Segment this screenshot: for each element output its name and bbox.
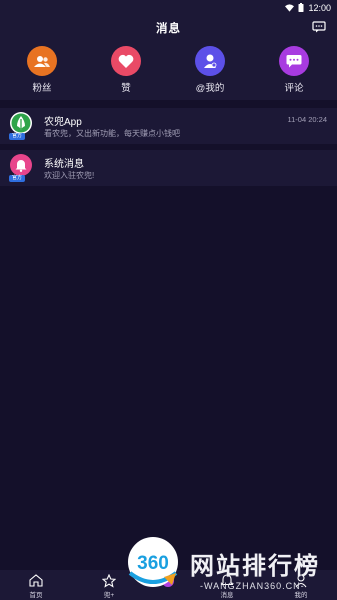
- page-title: 消息: [156, 22, 181, 35]
- tab-dou-plus[interactable]: 兜+: [89, 573, 129, 599]
- comment-icon: [279, 46, 309, 76]
- wifi-icon: [285, 3, 295, 12]
- category-label: 评论: [284, 83, 304, 94]
- official-badge: 官方: [9, 133, 25, 140]
- tab-home[interactable]: 首页: [16, 573, 56, 599]
- message-item[interactable]: 官方 系统消息 欢迎入驻农兜!: [0, 150, 337, 186]
- official-badge: 官方: [9, 175, 25, 182]
- category-likes[interactable]: 赞: [96, 46, 156, 94]
- message-list: 官方 农兜App 看农兜，又出新功能，每天赚点小钱吧 11-04 20:24 官…: [0, 108, 337, 192]
- message-title: 系统消息: [44, 159, 84, 170]
- message-item[interactable]: 官方 农兜App 看农兜，又出新功能，每天赚点小钱吧 11-04 20:24: [0, 108, 337, 144]
- bell-icon: [10, 154, 32, 176]
- message-time: 11-04 20:24: [287, 115, 327, 124]
- watermark-number: 360: [137, 553, 169, 574]
- header: 消息: [0, 15, 337, 40]
- mention-icon: [195, 46, 225, 76]
- watermark-sub: -WANGZHAN360.CN-: [200, 581, 305, 591]
- category-label: 粉丝: [32, 83, 52, 94]
- status-time: 12:00: [308, 2, 331, 13]
- category-label: @我的: [195, 83, 225, 94]
- category-label: 赞: [121, 83, 131, 94]
- tab-label: 兜+: [103, 592, 115, 599]
- nongdou-logo-icon: [10, 112, 32, 134]
- fans-icon: [27, 46, 57, 76]
- home-icon: [16, 573, 56, 588]
- status-bar: 12:00: [0, 0, 337, 15]
- category-mentions[interactable]: @我的: [180, 46, 240, 94]
- watermark-logo-icon: 360: [128, 537, 178, 587]
- message-title: 农兜App: [44, 117, 82, 128]
- heart-icon: [111, 46, 141, 76]
- star-icon: [89, 573, 129, 588]
- tab-label: 首页: [29, 592, 43, 599]
- category-row: 粉丝 赞 @我的 评论: [0, 40, 337, 100]
- category-fans[interactable]: 粉丝: [12, 46, 72, 94]
- watermark-name: 网站排行榜: [190, 553, 320, 580]
- message-preview: 欢迎入驻农兜!: [44, 171, 95, 180]
- message-settings-icon[interactable]: [311, 20, 327, 34]
- battery-icon: [298, 3, 304, 12]
- message-preview: 看农兜，又出新功能，每天赚点小钱吧: [44, 129, 180, 138]
- category-comments[interactable]: 评论: [264, 46, 324, 94]
